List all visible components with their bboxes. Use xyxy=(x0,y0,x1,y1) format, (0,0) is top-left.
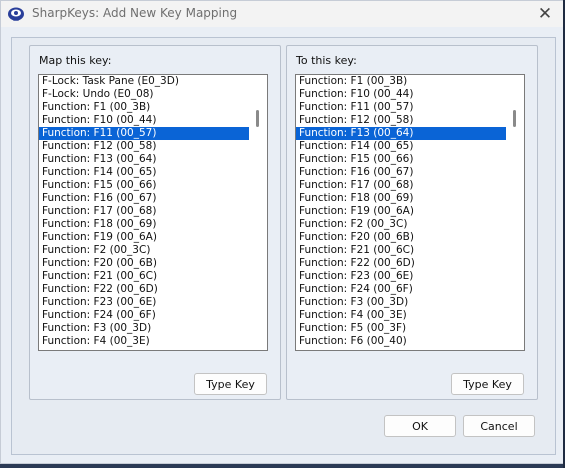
list-item[interactable]: Function: F22 (00_6D) xyxy=(39,283,249,296)
list-item[interactable]: Function: F20 (00_6B) xyxy=(39,257,249,270)
list-item[interactable]: Function: F14 (00_65) xyxy=(296,140,506,153)
list-item[interactable]: Function: F20 (00_6B) xyxy=(296,231,506,244)
list-item[interactable]: Function: F19 (00_6A) xyxy=(39,231,249,244)
window-title: SharpKeys: Add New Key Mapping xyxy=(32,6,238,20)
list-item[interactable]: Function: F10 (00_44) xyxy=(39,114,249,127)
list-item[interactable]: Function: F19 (00_6A) xyxy=(296,205,506,218)
list-item[interactable]: Function: F18 (00_69) xyxy=(39,218,249,231)
source-key-listbox[interactable]: F-Lock: Task Pane (E0_3D) F-Lock: Undo (E… xyxy=(38,74,268,351)
list-item[interactable]: Function: F24 (00_6F) xyxy=(296,283,506,296)
list-item[interactable]: F-Lock: Undo (E0_08) xyxy=(39,88,249,101)
to-this-key-label: To this key: xyxy=(296,54,357,67)
list-item[interactable]: Function: F12 (00_58) xyxy=(296,114,506,127)
cancel-button[interactable]: Cancel xyxy=(463,415,535,437)
list-item[interactable]: Function: F3 (00_3D) xyxy=(39,322,249,335)
source-key-scrollbar[interactable] xyxy=(249,75,267,350)
list-item[interactable]: Function: F11 (00_57) xyxy=(296,101,506,114)
list-item[interactable]: Function: F23 (00_6E) xyxy=(39,296,249,309)
list-item-selected[interactable]: Function: F13 (00_64) xyxy=(296,127,506,140)
to-this-key-group: To this key: Function: F1 (00_3B) Functio… xyxy=(286,45,538,400)
list-item[interactable]: Function: F17 (00_68) xyxy=(296,179,506,192)
map-this-key-label: Map this key: xyxy=(39,54,112,67)
list-item[interactable]: Function: F2 (00_3C) xyxy=(296,218,506,231)
scrollbar-thumb[interactable] xyxy=(513,110,516,127)
list-item[interactable]: Function: F17 (00_68) xyxy=(39,205,249,218)
list-item[interactable]: Function: F14 (00_65) xyxy=(39,166,249,179)
list-item[interactable]: Function: F21 (00_6C) xyxy=(39,270,249,283)
list-item[interactable]: Function: F1 (00_3B) xyxy=(39,101,249,114)
close-icon[interactable]: ✕ xyxy=(532,3,558,25)
dialog-window: SharpKeys: Add New Key Mapping ✕ Map thi… xyxy=(0,0,565,464)
target-key-items: Function: F1 (00_3B) Function: F10 (00_44… xyxy=(296,75,506,348)
source-key-items: F-Lock: Task Pane (E0_3D) F-Lock: Undo (E… xyxy=(39,75,249,348)
list-item[interactable]: Function: F16 (00_67) xyxy=(296,166,506,179)
ok-button[interactable]: OK xyxy=(384,415,456,437)
list-item[interactable]: Function: F13 (00_64) xyxy=(39,153,249,166)
list-item[interactable]: Function: F24 (00_6F) xyxy=(39,309,249,322)
list-item[interactable]: Function: F15 (00_66) xyxy=(39,179,249,192)
list-item[interactable]: F-Lock: Task Pane (E0_3D) xyxy=(39,75,249,88)
title-bar[interactable]: SharpKeys: Add New Key Mapping ✕ xyxy=(1,1,564,27)
target-type-key-button[interactable]: Type Key xyxy=(451,373,524,395)
list-item[interactable]: Function: F4 (00_3E) xyxy=(296,309,506,322)
list-item-selected[interactable]: Function: F11 (00_57) xyxy=(39,127,249,140)
target-key-scrollbar[interactable] xyxy=(506,75,524,350)
list-item[interactable]: Function: F16 (00_67) xyxy=(39,192,249,205)
list-item[interactable]: Function: F6 (00_40) xyxy=(296,335,506,348)
list-item[interactable]: Function: F18 (00_69) xyxy=(296,192,506,205)
list-item[interactable]: Function: F15 (00_66) xyxy=(296,153,506,166)
list-item[interactable]: Function: F10 (00_44) xyxy=(296,88,506,101)
list-item[interactable]: Function: F21 (00_6C) xyxy=(296,244,506,257)
scrollbar-thumb[interactable] xyxy=(256,110,259,127)
list-item[interactable]: Function: F1 (00_3B) xyxy=(296,75,506,88)
source-type-key-button[interactable]: Type Key xyxy=(194,373,267,395)
target-key-listbox[interactable]: Function: F1 (00_3B) Function: F10 (00_44… xyxy=(295,74,525,351)
list-item[interactable]: Function: F23 (00_6E) xyxy=(296,270,506,283)
dialog-client-area: Map this key: F-Lock: Task Pane (E0_3D) F… xyxy=(11,37,556,455)
sharpkeys-app-icon xyxy=(7,5,25,22)
list-item[interactable]: Function: F22 (00_6D) xyxy=(296,257,506,270)
list-item[interactable]: Function: F5 (00_3F) xyxy=(296,322,506,335)
map-this-key-group: Map this key: F-Lock: Task Pane (E0_3D) F… xyxy=(29,45,281,400)
list-item[interactable]: Function: F12 (00_58) xyxy=(39,140,249,153)
list-item[interactable]: Function: F2 (00_3C) xyxy=(39,244,249,257)
list-item[interactable]: Function: F3 (00_3D) xyxy=(296,296,506,309)
list-item[interactable]: Function: F4 (00_3E) xyxy=(39,335,249,348)
